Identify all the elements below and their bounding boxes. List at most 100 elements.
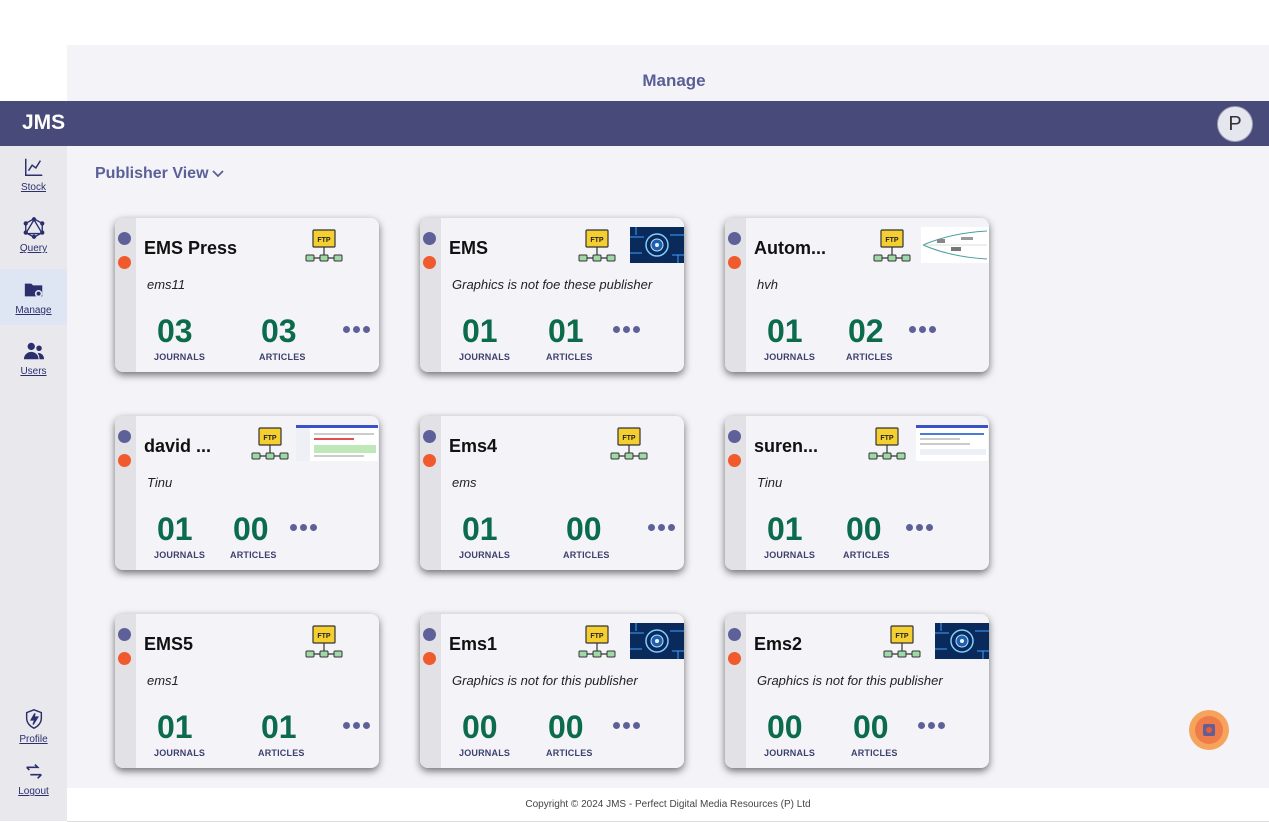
status-dot-purple[interactable]	[423, 232, 436, 245]
publisher-name: Ems1	[449, 634, 498, 654]
sidebar-item-profile[interactable]: Profile	[0, 698, 67, 754]
ftp-icon[interactable]: FTP	[883, 624, 921, 660]
ftp-icon[interactable]: FTP	[305, 624, 343, 660]
more-options-icon[interactable]	[613, 722, 640, 729]
publisher-card[interactable]: Ems4 ems FTP 01 00 JOURNALS ARTICLES	[420, 416, 684, 570]
more-options-icon[interactable]	[290, 524, 317, 531]
status-dot-orange[interactable]	[118, 454, 131, 467]
sidebar-item-users[interactable]: Users	[0, 330, 67, 386]
more-options-icon[interactable]	[906, 524, 933, 531]
journals-label: JOURNALS	[459, 352, 511, 362]
status-dot-purple[interactable]	[728, 232, 741, 245]
ftp-label: FTP	[622, 435, 636, 442]
folder-gear-icon	[24, 283, 42, 298]
articles-label: ARTICLES	[846, 352, 893, 362]
publisher-name: EMS5	[144, 634, 194, 654]
publisher-card[interactable]: suren... Tinu FTP 01 00 JOURNALS ARTICLES	[725, 416, 989, 570]
more-options-icon[interactable]	[613, 326, 640, 333]
publisher-thumbnail	[935, 623, 989, 659]
status-dot-orange[interactable]	[423, 454, 436, 467]
articles-count: 02	[848, 313, 884, 349]
status-dot-purple[interactable]	[423, 430, 436, 443]
publisher-card[interactable]: david ... Tinu FTP 01 00 JOURNALS ARTICLES	[115, 416, 379, 570]
publisher-name: Ems4	[449, 436, 498, 456]
status-dot-orange[interactable]	[118, 256, 131, 269]
ftp-icon[interactable]: FTP	[251, 426, 289, 462]
journals-label: JOURNALS	[764, 352, 816, 362]
more-options-icon[interactable]	[343, 722, 370, 729]
publisher-description: Tinu	[757, 475, 783, 490]
publisher-thumbnail	[921, 227, 989, 263]
journals-label: JOURNALS	[459, 748, 511, 758]
publisher-thumbnail	[630, 623, 684, 659]
publisher-description: Graphics is not for this publisher	[757, 673, 943, 688]
status-dot-purple[interactable]	[118, 232, 131, 245]
brand-logo[interactable]: JMS	[22, 111, 65, 135]
more-options-icon[interactable]	[909, 326, 936, 333]
page-top-blank	[0, 0, 1269, 45]
ftp-icon[interactable]: FTP	[578, 624, 616, 660]
more-options-icon[interactable]	[343, 326, 370, 333]
articles-label: ARTICLES	[546, 748, 593, 758]
graphql-icon	[23, 217, 44, 239]
publisher-name: EMS Press	[144, 238, 238, 258]
publisher-card[interactable]: EMS Press ems11 FTP 03 03 JOURNALS ARTICLES	[115, 218, 379, 372]
publisher-card[interactable]: Ems1 Graphics is not for this publisher FT…	[420, 614, 684, 768]
articles-label: ARTICLES	[546, 352, 593, 362]
status-dot-orange[interactable]	[728, 256, 741, 269]
articles-count: 00	[566, 511, 602, 547]
status-dot-purple[interactable]	[423, 628, 436, 641]
ftp-icon[interactable]: FTP	[305, 228, 343, 264]
profile-avatar[interactable]: P	[1217, 106, 1253, 142]
fab-inner	[1195, 716, 1223, 744]
ftp-icon[interactable]: FTP	[868, 426, 906, 462]
sidebar-item-query[interactable]: Query	[0, 207, 67, 263]
floating-action-button[interactable]	[1189, 710, 1229, 750]
status-dot-orange[interactable]	[118, 652, 131, 665]
users-icon	[23, 342, 44, 360]
ftp-label: FTP	[885, 237, 899, 244]
top-bar: JMS	[0, 101, 1269, 146]
publisher-name: EMS	[449, 238, 489, 258]
journals-label: JOURNALS	[154, 748, 206, 758]
more-options-icon[interactable]	[648, 524, 675, 531]
articles-count: 00	[846, 511, 882, 547]
logout-icon	[25, 763, 42, 779]
status-dot-orange[interactable]	[728, 454, 741, 467]
status-dot-purple[interactable]	[118, 628, 131, 641]
journals-label: JOURNALS	[459, 550, 511, 560]
publisher-card[interactable]: EMS5 ems1 FTP 01 01 JOURNALS ARTICLES	[115, 614, 379, 768]
journals-count: 01	[157, 709, 193, 745]
status-dot-purple[interactable]	[728, 628, 741, 641]
sidebar-item-stock[interactable]: Stock	[0, 146, 67, 202]
journals-count: 00	[462, 709, 498, 745]
publisher-view-dropdown[interactable]: Publisher View	[95, 165, 224, 183]
section-header: Manage	[67, 45, 1269, 101]
ftp-icon[interactable]: FTP	[873, 228, 911, 264]
journals-label: JOURNALS	[764, 748, 816, 758]
sidebar-item-manage[interactable]: Manage	[0, 269, 67, 325]
publisher-card[interactable]: EMS Graphics is not foe these publisher FT…	[420, 218, 684, 372]
articles-count: 01	[261, 709, 297, 745]
ftp-label: FTP	[895, 633, 909, 640]
chart-icon	[24, 158, 42, 176]
copyright-text: Copyright © 2024 JMS - Perfect Digital M…	[525, 799, 811, 810]
status-dot-purple[interactable]	[728, 430, 741, 443]
ftp-icon[interactable]: FTP	[610, 426, 648, 462]
status-dot-orange[interactable]	[423, 652, 436, 665]
publisher-card[interactable]: Ems2 Graphics is not for this publisher FT…	[725, 614, 989, 768]
articles-count: 00	[853, 709, 889, 745]
ftp-icon[interactable]: FTP	[578, 228, 616, 264]
status-dot-purple[interactable]	[118, 430, 131, 443]
journals-label: JOURNALS	[154, 550, 206, 560]
sidebar-item-logout[interactable]: Logout	[0, 750, 67, 806]
footer: Copyright © 2024 JMS - Perfect Digital M…	[67, 788, 1269, 822]
status-dot-orange[interactable]	[728, 652, 741, 665]
more-options-icon[interactable]	[918, 722, 945, 729]
sidebar-item-label: Stock	[20, 182, 46, 193]
sidebar: Stock Query Manage Users Profile Logout	[0, 146, 67, 821]
journals-count: 01	[462, 313, 498, 349]
publisher-description: Graphics is not foe these publisher	[452, 277, 653, 292]
status-dot-orange[interactable]	[423, 256, 436, 269]
publisher-card[interactable]: Autom... hvh FTP 01 02 JOURNALS ARTICLES	[725, 218, 989, 372]
